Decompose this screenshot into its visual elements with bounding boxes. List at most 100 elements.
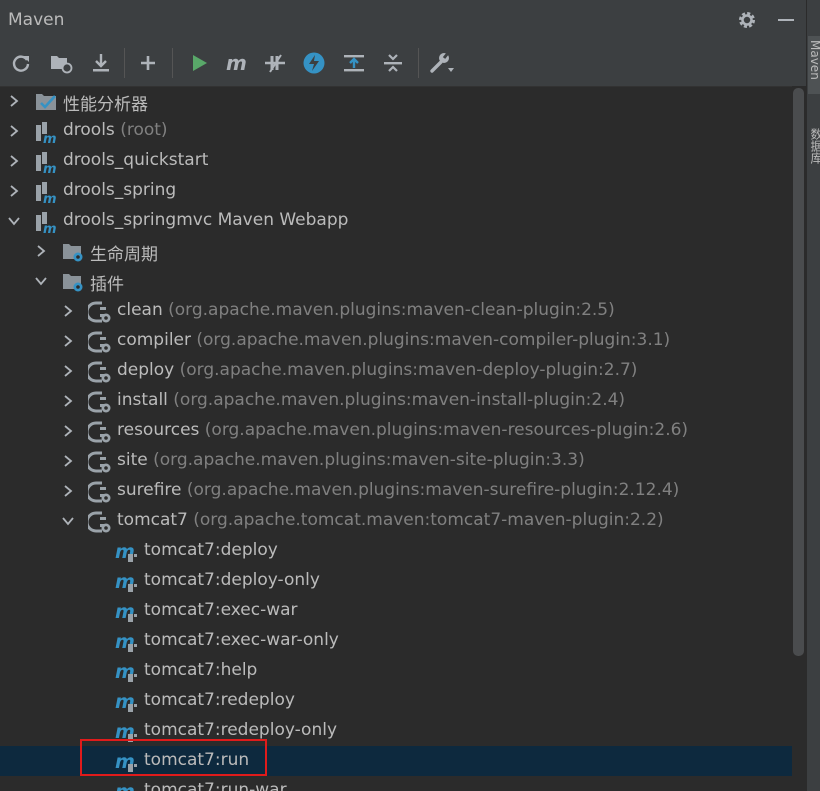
chevron-right-icon[interactable] [6, 183, 22, 199]
node-name: tomcat7:deploy [144, 540, 278, 560]
hide-icon[interactable] [778, 19, 794, 21]
node-coordinates: (org.apache.maven.plugins:maven-deploy-p… [174, 360, 638, 380]
node-name: tomcat7 [117, 510, 188, 530]
maven-goal-icon: m [115, 600, 139, 624]
maven-goal-icon: m [115, 660, 139, 684]
plugin-icon [85, 360, 112, 384]
gear-icon[interactable] [736, 9, 758, 31]
tree-row[interactable]: m drools_quickstart [0, 146, 806, 177]
tree-row[interactable]: surefire (org.apache.maven.plugins:maven… [0, 476, 806, 506]
chevron-right-icon[interactable] [60, 483, 76, 499]
tree-row[interactable]: 生命周期 [0, 236, 806, 266]
chevron-right-icon[interactable] [60, 333, 76, 349]
chevron-right-icon[interactable] [60, 453, 76, 469]
add-icon[interactable] [135, 50, 161, 76]
maven-goal-icon: m [115, 630, 139, 654]
tab-maven-label: Maven [808, 40, 820, 80]
tree-row[interactable]: compiler (org.apache.maven.plugins:maven… [0, 326, 806, 356]
svg-text:m: m [43, 132, 57, 144]
plugin-icon [85, 480, 112, 504]
node-coordinates: (org.apache.maven.plugins:maven-compiler… [191, 330, 671, 350]
node-coordinates: (org.apache.maven.plugins:maven-install-… [167, 390, 626, 410]
toggle-offline-icon[interactable] [262, 50, 288, 76]
node-name: tomcat7:exec-war-only [144, 630, 339, 650]
node-name: drools_quickstart [63, 150, 209, 170]
chevron-right-icon[interactable] [60, 393, 76, 409]
tree-row[interactable]: 性能分析器 [0, 86, 806, 116]
chevron-right-icon[interactable] [60, 363, 76, 379]
tree-row[interactable]: m tomcat7:help [0, 656, 806, 686]
maven-goal-icon: m [115, 780, 139, 791]
maven-goal-icon[interactable]: m [224, 50, 250, 76]
tree-row-label: tomcat7 (org.apache.tomcat.maven:tomcat7… [117, 510, 664, 530]
maven-tool-window: Maven m 性能分析器 m drools (root) m drools_q… [0, 0, 806, 791]
tree-row-label: 性能分析器 [63, 90, 148, 115]
plugin-icon [85, 420, 112, 444]
tree-row[interactable]: m tomcat7:exec-war [0, 596, 806, 626]
tree-row[interactable]: m tomcat7:run-war [0, 776, 806, 791]
reload-icon[interactable] [8, 50, 34, 76]
chevron-right-icon[interactable] [6, 153, 22, 169]
tree-row[interactable]: m tomcat7:redeploy [0, 686, 806, 716]
tree-row[interactable]: m tomcat7:deploy-only [0, 566, 806, 596]
tree-row-label: drools_springmvc Maven Webapp [63, 210, 348, 230]
tree-row[interactable]: resources (org.apache.maven.plugins:mave… [0, 416, 806, 446]
node-name: tomcat7:run-war [144, 780, 287, 791]
collapse-all-icon[interactable] [380, 50, 406, 76]
node-name: resources [117, 420, 200, 440]
folder-refresh-icon[interactable] [48, 50, 74, 76]
maven-projects-tree[interactable]: 性能分析器 m drools (root) m drools_quickstart m dr… [0, 86, 806, 791]
node-name: deploy [117, 360, 175, 380]
tree-row[interactable]: m drools (root) [0, 116, 806, 147]
node-coordinates: (org.apache.tomcat.maven:tomcat7-maven-p… [187, 510, 664, 530]
tree-row[interactable]: m tomcat7:exec-war-only [0, 626, 806, 656]
chevron-down-icon[interactable] [6, 213, 22, 229]
chevron-down-icon[interactable] [33, 273, 49, 289]
node-coordinates: (org.apache.maven.plugins:maven-surefire… [181, 480, 680, 500]
chevron-right-icon[interactable] [33, 243, 49, 259]
download-icon[interactable] [88, 50, 114, 76]
maven-goal-icon: m [115, 690, 139, 714]
chevron-right-icon[interactable] [6, 123, 22, 139]
tree-row[interactable]: 插件 [0, 266, 806, 296]
node-name: 插件 [90, 275, 124, 295]
tree-row-label: tomcat7:help [144, 660, 257, 680]
tree-row[interactable]: tomcat7 (org.apache.tomcat.maven:tomcat7… [0, 506, 806, 536]
chevron-right-icon[interactable] [60, 303, 76, 319]
chevron-right-icon[interactable] [60, 423, 76, 439]
scrollbar-thumb[interactable] [793, 88, 804, 656]
chevron-right-icon[interactable] [6, 93, 22, 109]
tree-row-label: compiler (org.apache.maven.plugins:maven… [117, 330, 670, 350]
skip-tests-icon[interactable] [301, 50, 327, 76]
maven-project-icon: m [34, 180, 58, 207]
plugin-icon [85, 510, 112, 534]
chevron-down-icon[interactable] [60, 513, 76, 529]
tree-row[interactable]: m drools_springmvc Maven Webapp [0, 206, 806, 237]
tab-database-label[interactable]: 数据库 [808, 128, 820, 164]
node-name: drools_spring [63, 180, 177, 200]
node-name: tomcat7:redeploy [144, 690, 295, 710]
toolbar-separator [124, 48, 125, 78]
right-tool-strip [806, 0, 820, 791]
tree-row-label: drools (root) [63, 120, 168, 140]
node-name: install [117, 390, 168, 410]
node-name: tomcat7:redeploy-only [144, 720, 338, 740]
run-icon[interactable] [186, 50, 212, 76]
tree-row-label: 生命周期 [90, 240, 158, 265]
show-dependencies-icon[interactable] [341, 50, 367, 76]
tree-row-label: tomcat7:run-war [144, 780, 287, 791]
tree-row[interactable]: site (org.apache.maven.plugins:maven-sit… [0, 446, 806, 476]
tree-row-label: tomcat7:redeploy-only [144, 720, 337, 740]
settings-wrench-icon[interactable] [429, 50, 455, 76]
tree-row[interactable]: m drools_spring [0, 176, 806, 207]
tree-row[interactable]: install (org.apache.maven.plugins:maven-… [0, 386, 806, 416]
maven-project-icon: m [34, 120, 58, 147]
tree-row-label: drools_quickstart [63, 150, 208, 170]
tree-row-label: 插件 [90, 270, 124, 295]
tree-row[interactable]: deploy (org.apache.maven.plugins:maven-d… [0, 356, 806, 386]
tree-row[interactable]: clean (org.apache.maven.plugins:maven-cl… [0, 296, 806, 326]
node-coordinates: (org.apache.maven.plugins:maven-clean-pl… [162, 300, 615, 320]
node-name: site [117, 450, 148, 470]
tree-row[interactable]: m tomcat7:deploy [0, 536, 806, 566]
tree-row-label: drools_spring [63, 180, 176, 200]
